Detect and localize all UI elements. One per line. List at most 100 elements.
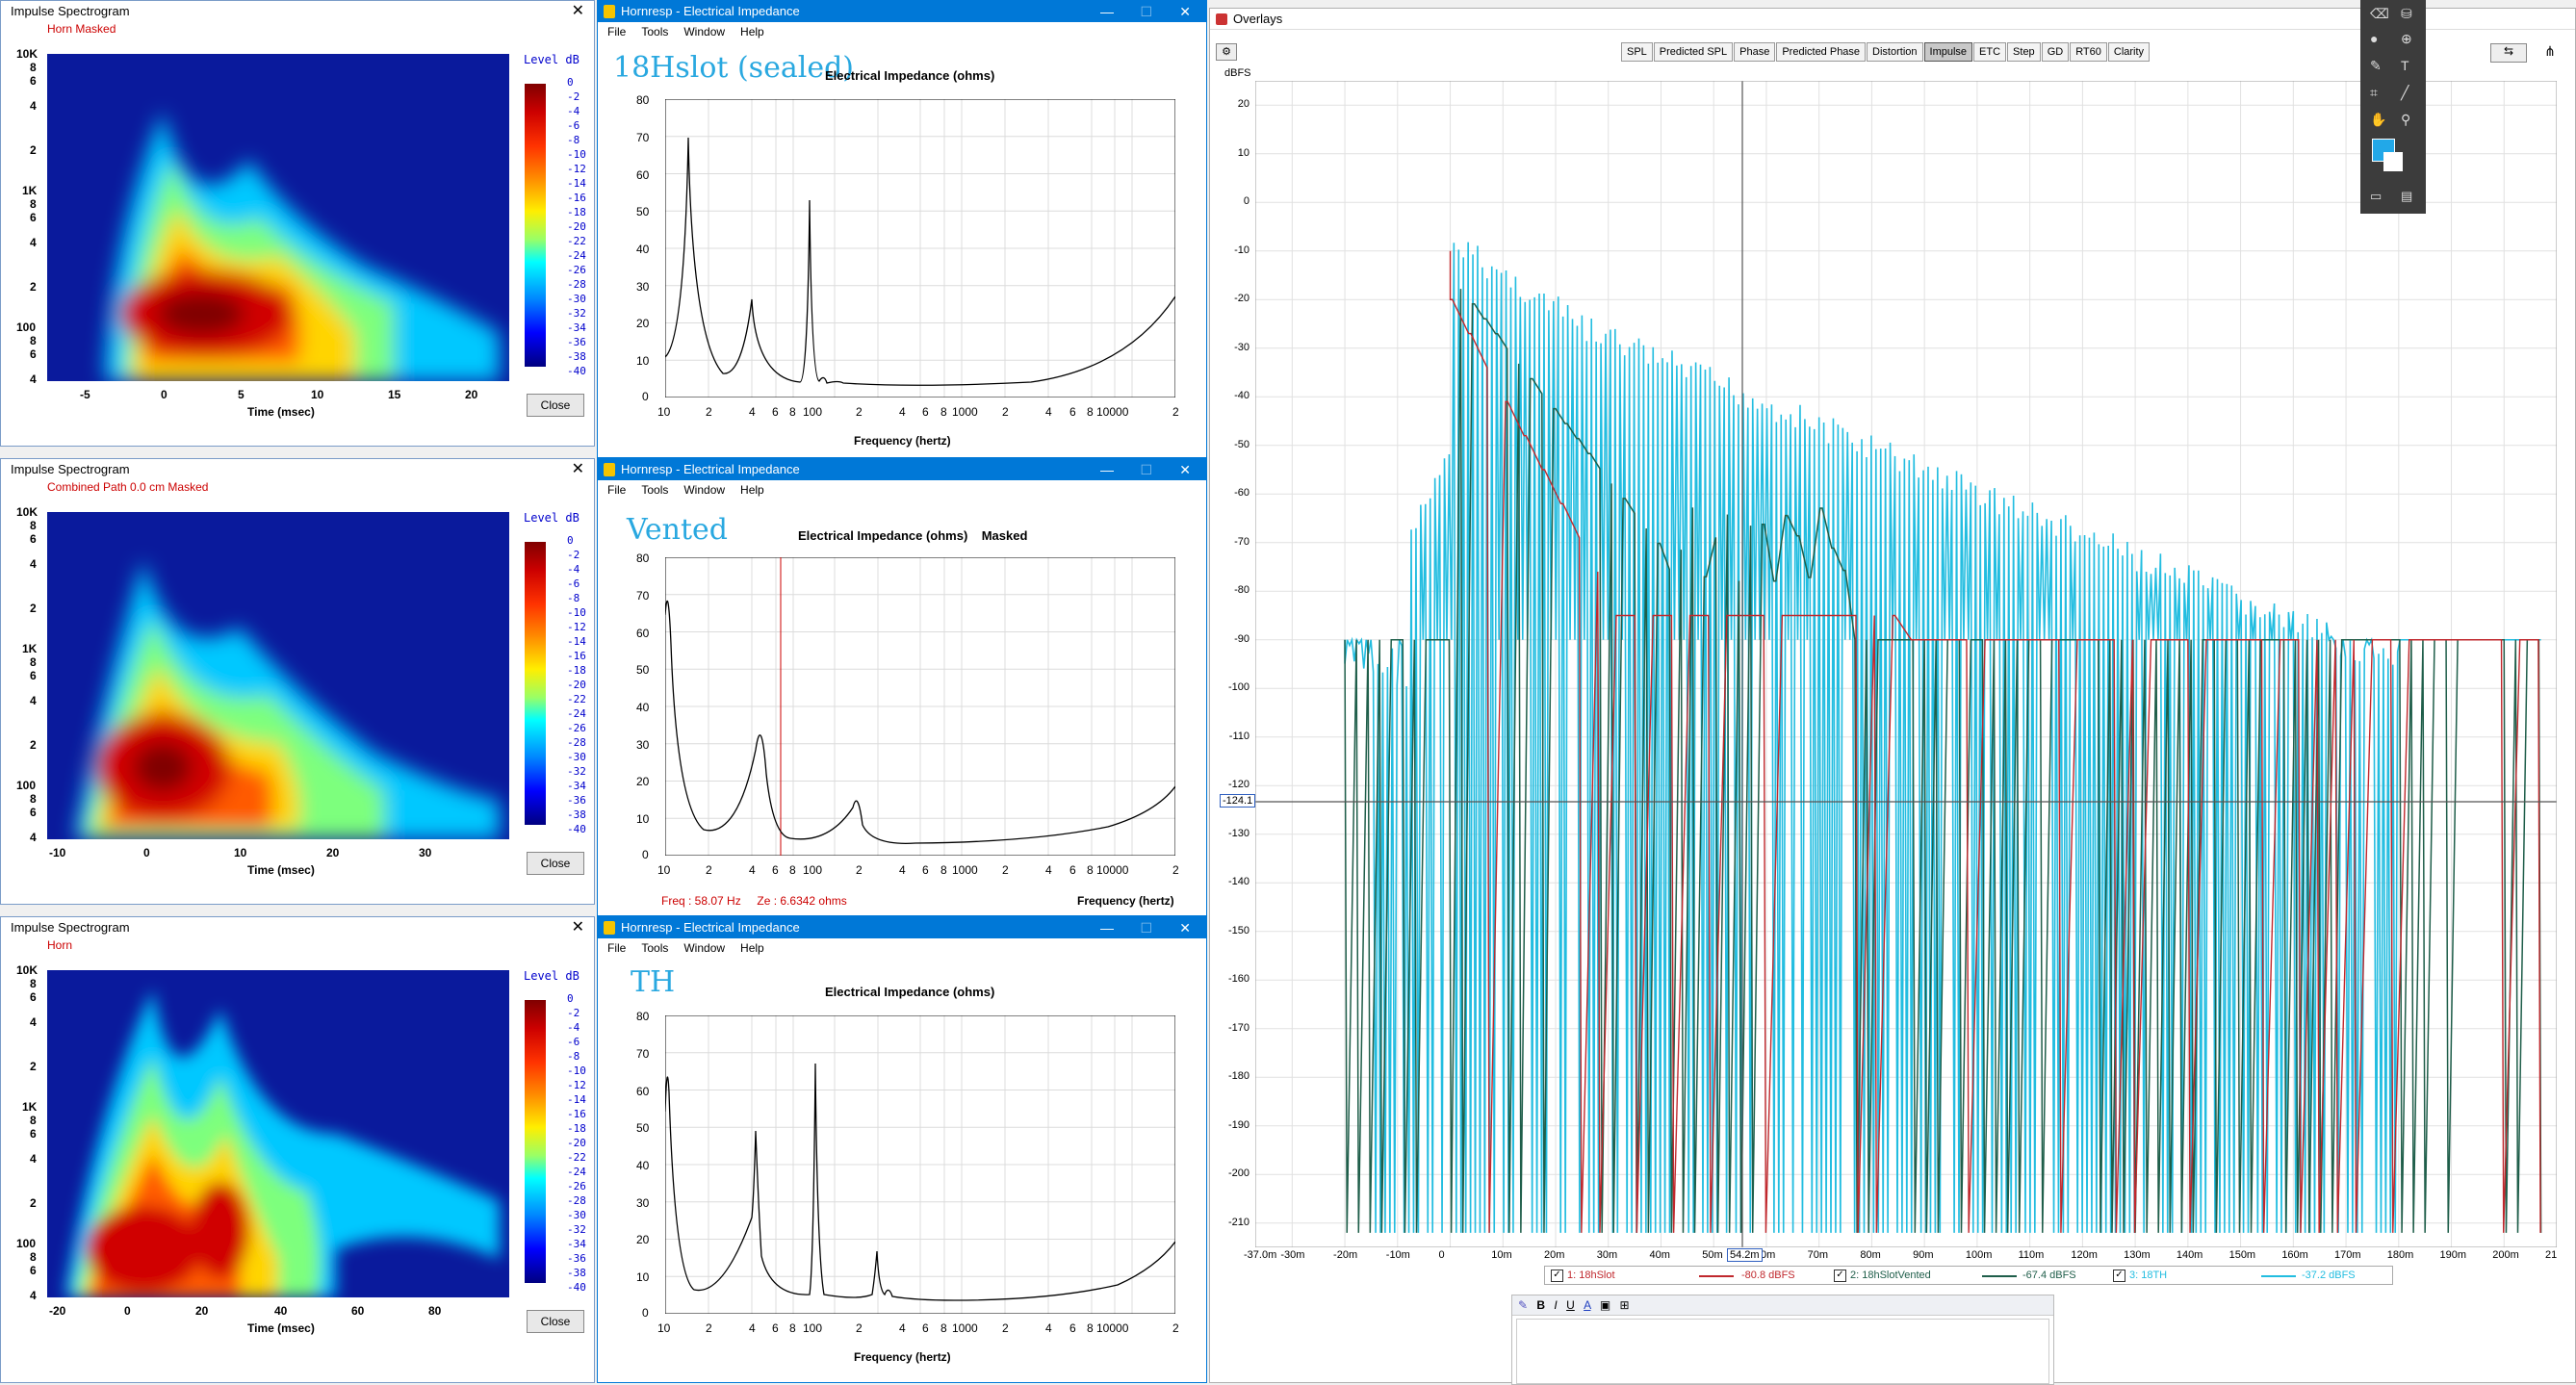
format-icon[interactable]: ✎: [1518, 1298, 1528, 1312]
close-icon[interactable]: ✕: [1179, 459, 1191, 480]
eraser-icon[interactable]: ⌫: [2370, 6, 2389, 22]
menu-help[interactable]: Help: [740, 483, 764, 497]
window-title: Hornresp - Electrical Impedance: [621, 462, 800, 476]
hornresp-icon: [604, 921, 615, 935]
checkbox-trace-3[interactable]: ✓: [2113, 1269, 2125, 1282]
menu-file[interactable]: File: [607, 25, 626, 38]
stack-icon[interactable]: ▤: [2401, 189, 2412, 204]
y-tick-label: -70: [1234, 535, 1249, 548]
drop-icon[interactable]: ●: [2370, 31, 2378, 46]
italic-button[interactable]: I: [1554, 1298, 1557, 1312]
legend-item-3[interactable]: ✓ 3: 18TH: [2113, 1267, 2167, 1284]
bold-button[interactable]: B: [1536, 1298, 1545, 1312]
title-bar[interactable]: Hornresp - Electrical Impedance — ☐ ✕: [598, 459, 1206, 480]
y-tick-label: -90: [1234, 632, 1249, 645]
graph-tabs: SPL Predicted SPL Phase Predicted Phase …: [1621, 42, 2151, 62]
text-icon[interactable]: T: [2401, 58, 2409, 73]
x-tick-label: 150m: [2228, 1249, 2256, 1261]
notes-text-area[interactable]: [1516, 1319, 2049, 1384]
y-tick-label: -30: [1234, 341, 1249, 353]
x-axis-label: Time (msec): [247, 1321, 315, 1335]
graph-annotation: Vented: [627, 513, 728, 547]
minimize-icon[interactable]: —: [1100, 459, 1114, 480]
bucket-icon[interactable]: ⛁: [2401, 6, 2412, 22]
menu-file[interactable]: File: [607, 941, 626, 955]
y-tick-label: -140: [1227, 876, 1249, 888]
maximize-icon[interactable]: ☐: [1140, 917, 1152, 938]
legend-item-1[interactable]: ✓ 1: 18hSlot: [1551, 1267, 1615, 1284]
background-color-swatch[interactable]: [2383, 152, 2403, 171]
legend-swatch-1: [1699, 1275, 1734, 1277]
menu-window[interactable]: Window: [683, 941, 725, 955]
underline-button[interactable]: U: [1566, 1298, 1575, 1312]
close-button[interactable]: Close: [527, 852, 584, 875]
x-tick-label: -30m: [1280, 1249, 1305, 1261]
minimize-icon[interactable]: —: [1100, 1, 1114, 22]
spectrogram-header: Horn: [47, 938, 73, 952]
close-icon[interactable]: ✕: [572, 917, 584, 938]
tool-icon-right-2[interactable]: ⋔: [2538, 43, 2562, 61]
x-tick-label: 170m: [2334, 1249, 2361, 1261]
pen-icon[interactable]: ✎: [2370, 58, 2382, 74]
close-icon[interactable]: ✕: [572, 459, 584, 480]
image-icon[interactable]: ▣: [1600, 1298, 1610, 1312]
title-bar[interactable]: Impulse Spectrogram ✕: [1, 1, 594, 22]
menu-tools[interactable]: Tools: [641, 941, 668, 955]
x-tick-label: 190m: [2439, 1249, 2467, 1261]
tab-phase[interactable]: Phase: [1734, 42, 1776, 62]
impulse-plot[interactable]: [1255, 81, 2557, 1247]
magnify-icon[interactable]: ⚲: [2401, 112, 2410, 128]
spectrogram-window-3: Impulse Spectrogram ✕ Horn Level dB 0 -2-…: [0, 916, 595, 1383]
crop-icon[interactable]: ⌗: [2370, 85, 2378, 101]
close-button[interactable]: Close: [527, 1310, 584, 1333]
close-icon[interactable]: ✕: [572, 1, 584, 22]
title-bar[interactable]: Impulse Spectrogram ✕: [1, 917, 594, 938]
title-bar[interactable]: Hornresp - Electrical Impedance — ☐ ✕: [598, 1, 1206, 22]
menu-help[interactable]: Help: [740, 941, 764, 955]
tab-distortion[interactable]: Distortion: [1867, 42, 1923, 62]
menu-file[interactable]: File: [607, 483, 626, 497]
tab-predicted-spl[interactable]: Predicted SPL: [1653, 42, 1734, 62]
maximize-icon[interactable]: ☐: [1140, 1, 1152, 22]
font-color-button[interactable]: A: [1584, 1298, 1590, 1312]
close-icon[interactable]: ✕: [1179, 1, 1191, 22]
close-button[interactable]: Close: [527, 394, 584, 417]
tab-gd[interactable]: GD: [2041, 42, 2070, 62]
hand-icon[interactable]: ✋: [2370, 112, 2386, 128]
menu-help[interactable]: Help: [740, 25, 764, 38]
legend-swatch-2: [1982, 1275, 2017, 1277]
close-icon[interactable]: ✕: [1179, 917, 1191, 938]
tab-step[interactable]: Step: [2007, 42, 2041, 62]
checkbox-trace-1[interactable]: ✓: [1551, 1269, 1563, 1282]
tool-icon-right-1[interactable]: ⇆: [2490, 43, 2527, 63]
screen-icon[interactable]: ▭: [2370, 189, 2382, 204]
tab-spl[interactable]: SPL: [1621, 42, 1653, 62]
minimize-icon[interactable]: —: [1100, 917, 1114, 938]
tab-impulse[interactable]: Impulse: [1923, 42, 1973, 62]
tab-rt60[interactable]: RT60: [2070, 42, 2107, 62]
menu-window[interactable]: Window: [683, 483, 725, 497]
tab-etc[interactable]: ETC: [1973, 42, 2007, 62]
graph-annotation: 18Hslot (sealed): [613, 51, 854, 85]
maximize-icon[interactable]: ☐: [1140, 459, 1152, 480]
title-bar[interactable]: Impulse Spectrogram ✕: [1, 459, 594, 480]
impedance-plot: [665, 1015, 1175, 1314]
level-label: Level dB: [524, 969, 580, 983]
menu-tools[interactable]: Tools: [641, 483, 668, 497]
legend-item-2[interactable]: ✓ 2: 18hSlotVented: [1834, 1267, 1931, 1284]
line-icon[interactable]: ╱: [2401, 85, 2409, 101]
settings-icon[interactable]: ⚙: [1216, 43, 1237, 61]
title-bar[interactable]: Hornresp - Electrical Impedance — ☐ ✕: [598, 917, 1206, 938]
hornresp-icon: [604, 463, 615, 476]
graph-title: Electrical Impedance (ohms) Masked: [798, 528, 1028, 543]
graph-annotation: TH: [631, 965, 676, 999]
zoom-icon[interactable]: ⊕: [2401, 31, 2412, 47]
tab-predicted-phase[interactable]: Predicted Phase: [1776, 42, 1867, 62]
checkbox-trace-2[interactable]: ✓: [1834, 1269, 1846, 1282]
x-tick-label: 40m: [1649, 1249, 1670, 1261]
link-icon[interactable]: ⊞: [1620, 1298, 1630, 1312]
tab-clarity[interactable]: Clarity: [2107, 42, 2151, 62]
y-tick-label: -60: [1234, 487, 1249, 500]
menu-tools[interactable]: Tools: [641, 25, 668, 38]
menu-window[interactable]: Window: [683, 25, 725, 38]
